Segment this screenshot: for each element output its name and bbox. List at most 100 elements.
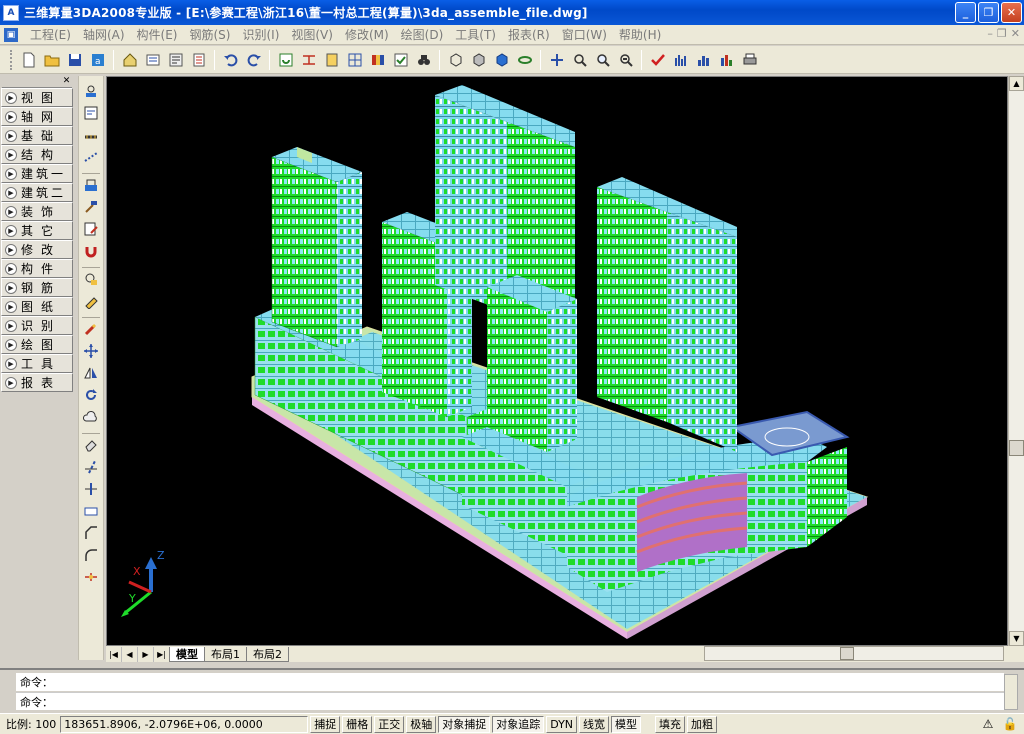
cloud-icon[interactable] bbox=[80, 406, 102, 428]
close-button[interactable]: ✕ bbox=[1001, 2, 1022, 23]
orbit-icon[interactable] bbox=[513, 48, 536, 71]
model-toggle[interactable]: 模型 bbox=[611, 715, 642, 733]
last-tab-icon[interactable]: ▶| bbox=[154, 646, 170, 662]
toolbar-grip[interactable] bbox=[10, 49, 13, 70]
menu-rebar[interactable]: 钢筋(S) bbox=[183, 26, 236, 44]
tab-layout1[interactable]: 布局1 bbox=[204, 646, 247, 662]
menu-report[interactable]: 报表(R) bbox=[502, 26, 556, 44]
polar-toggle[interactable]: 极轴 bbox=[406, 715, 437, 733]
ortho-toggle[interactable]: 正交 bbox=[374, 715, 405, 733]
scroll-down-icon[interactable]: ▼ bbox=[1009, 631, 1024, 646]
report-chart-icon[interactable] bbox=[715, 48, 738, 71]
command-input[interactable]: 命令： bbox=[16, 692, 1004, 710]
panel-item-foundation[interactable]: ▶ 基础 bbox=[1, 126, 73, 145]
panel-item-component[interactable]: ▶ 构件 bbox=[1, 259, 73, 278]
move-icon[interactable] bbox=[80, 340, 102, 362]
grid-icon[interactable] bbox=[343, 48, 366, 71]
find-icon[interactable] bbox=[412, 48, 435, 71]
floor-settings-icon[interactable] bbox=[141, 48, 164, 71]
first-tab-icon[interactable]: |◀ bbox=[106, 646, 122, 662]
app-icon[interactable]: A bbox=[3, 4, 19, 21]
dyn-toggle[interactable]: DYN bbox=[546, 715, 578, 733]
eraser-icon[interactable] bbox=[80, 434, 102, 456]
lineweight-toggle[interactable]: 线宽 bbox=[579, 715, 610, 733]
check-icon[interactable] bbox=[389, 48, 412, 71]
magnet-icon[interactable] bbox=[80, 240, 102, 262]
panel-item-view[interactable]: ▶ 视图 bbox=[1, 88, 73, 107]
menu-window[interactable]: 窗口(W) bbox=[556, 26, 613, 44]
lock-icon[interactable]: 🔓 bbox=[1002, 716, 1018, 732]
panel-item-structure[interactable]: ▶ 结构 bbox=[1, 145, 73, 164]
panel-item-modify[interactable]: ▶ 修改 bbox=[1, 240, 73, 259]
menu-axis-grid[interactable]: 轴网(A) bbox=[77, 26, 131, 44]
explode-icon[interactable] bbox=[80, 566, 102, 588]
rotate-icon[interactable] bbox=[80, 384, 102, 406]
panel-item-drawings[interactable]: ▶ 图纸 bbox=[1, 297, 73, 316]
panel-item-axis-grid[interactable]: ▶ 轴网 bbox=[1, 107, 73, 126]
document-icon[interactable]: ▣ bbox=[4, 27, 18, 42]
measure-icon[interactable] bbox=[80, 124, 102, 146]
menu-draw[interactable]: 绘图(D) bbox=[395, 26, 450, 44]
save-icon[interactable] bbox=[63, 48, 86, 71]
fill-toggle[interactable]: 填充 bbox=[655, 715, 686, 733]
mdi-restore-icon[interactable]: ❐ bbox=[997, 27, 1007, 40]
dimension-icon[interactable] bbox=[297, 48, 320, 71]
chamfer-icon[interactable] bbox=[80, 522, 102, 544]
panel-item-tools[interactable]: ▶ 工具 bbox=[1, 354, 73, 373]
zoom-realtime-icon[interactable] bbox=[568, 48, 591, 71]
panel-close-icon[interactable]: ✕ bbox=[61, 76, 72, 87]
project-settings-icon[interactable] bbox=[118, 48, 141, 71]
copy-icon[interactable] bbox=[80, 290, 102, 312]
redo-icon[interactable] bbox=[242, 48, 265, 71]
trim-icon[interactable] bbox=[80, 456, 102, 478]
menu-component[interactable]: 构件(E) bbox=[131, 26, 184, 44]
minimize-button[interactable]: _ bbox=[955, 2, 976, 23]
otrack-toggle[interactable]: 对象追踪 bbox=[492, 715, 545, 733]
horizontal-scrollbar[interactable] bbox=[704, 646, 1004, 661]
prev-tab-icon[interactable]: ◀ bbox=[122, 646, 138, 662]
drawing-viewport[interactable]: X Y Z bbox=[106, 76, 1008, 646]
panel-item-architecture-2[interactable]: ▶ 建筑二 bbox=[1, 183, 73, 202]
menu-modify[interactable]: 修改(M) bbox=[339, 26, 395, 44]
warning-icon[interactable]: ⚠ bbox=[980, 716, 996, 732]
mirror-icon[interactable] bbox=[80, 362, 102, 384]
solid-icon[interactable] bbox=[490, 48, 513, 71]
export-icon[interactable]: a bbox=[86, 48, 109, 71]
menu-help[interactable]: 帮助(H) bbox=[613, 26, 667, 44]
osnap-toggle[interactable]: 对象捕捉 bbox=[438, 715, 491, 733]
panel-item-decoration[interactable]: ▶ 装饰 bbox=[1, 202, 73, 221]
print-icon[interactable] bbox=[738, 48, 761, 71]
menu-project[interactable]: 工程(E) bbox=[24, 26, 77, 44]
layer-icon[interactable] bbox=[187, 48, 210, 71]
scrollbar-thumb[interactable] bbox=[1009, 440, 1024, 456]
3d-view-icon[interactable] bbox=[444, 48, 467, 71]
tab-model[interactable]: 模型 bbox=[169, 646, 205, 662]
brush-icon[interactable] bbox=[80, 318, 102, 340]
hscroll-thumb[interactable] bbox=[840, 647, 854, 660]
bar-chart-icon[interactable] bbox=[692, 48, 715, 71]
menu-view[interactable]: 视图(V) bbox=[285, 26, 339, 44]
checkmark-icon[interactable] bbox=[646, 48, 669, 71]
panel-item-rebar[interactable]: ▶ 钢筋 bbox=[1, 278, 73, 297]
undo-icon[interactable] bbox=[219, 48, 242, 71]
title-bar[interactable]: A 三维算量3DA2008专业版 - [E:\参赛工程\浙江16\董一村总工程(… bbox=[0, 0, 1024, 25]
hammer-icon[interactable] bbox=[80, 196, 102, 218]
select-query-icon[interactable] bbox=[80, 102, 102, 124]
component-table-icon[interactable] bbox=[320, 48, 343, 71]
snap-toggle[interactable]: 捕捉 bbox=[310, 715, 341, 733]
command-scrollbar[interactable] bbox=[1004, 674, 1018, 710]
panel-item-recognize[interactable]: ▶ 识别 bbox=[1, 316, 73, 335]
color-scheme-icon[interactable] bbox=[366, 48, 389, 71]
scroll-up-icon[interactable]: ▲ bbox=[1009, 76, 1024, 91]
fillet-icon[interactable] bbox=[80, 544, 102, 566]
edit-attribute-icon[interactable] bbox=[80, 218, 102, 240]
properties-icon[interactable] bbox=[80, 80, 102, 102]
calculate-icon[interactable] bbox=[274, 48, 297, 71]
panel-item-draw[interactable]: ▶ 绘图 bbox=[1, 335, 73, 354]
tab-layout2[interactable]: 布局2 bbox=[246, 646, 289, 662]
menu-recognize[interactable]: 识别(I) bbox=[236, 26, 285, 44]
calc-settings-icon[interactable] bbox=[164, 48, 187, 71]
pan-icon[interactable] bbox=[545, 48, 568, 71]
restore-button[interactable]: ❐ bbox=[978, 2, 999, 23]
panel-item-other[interactable]: ▶ 其它 bbox=[1, 221, 73, 240]
